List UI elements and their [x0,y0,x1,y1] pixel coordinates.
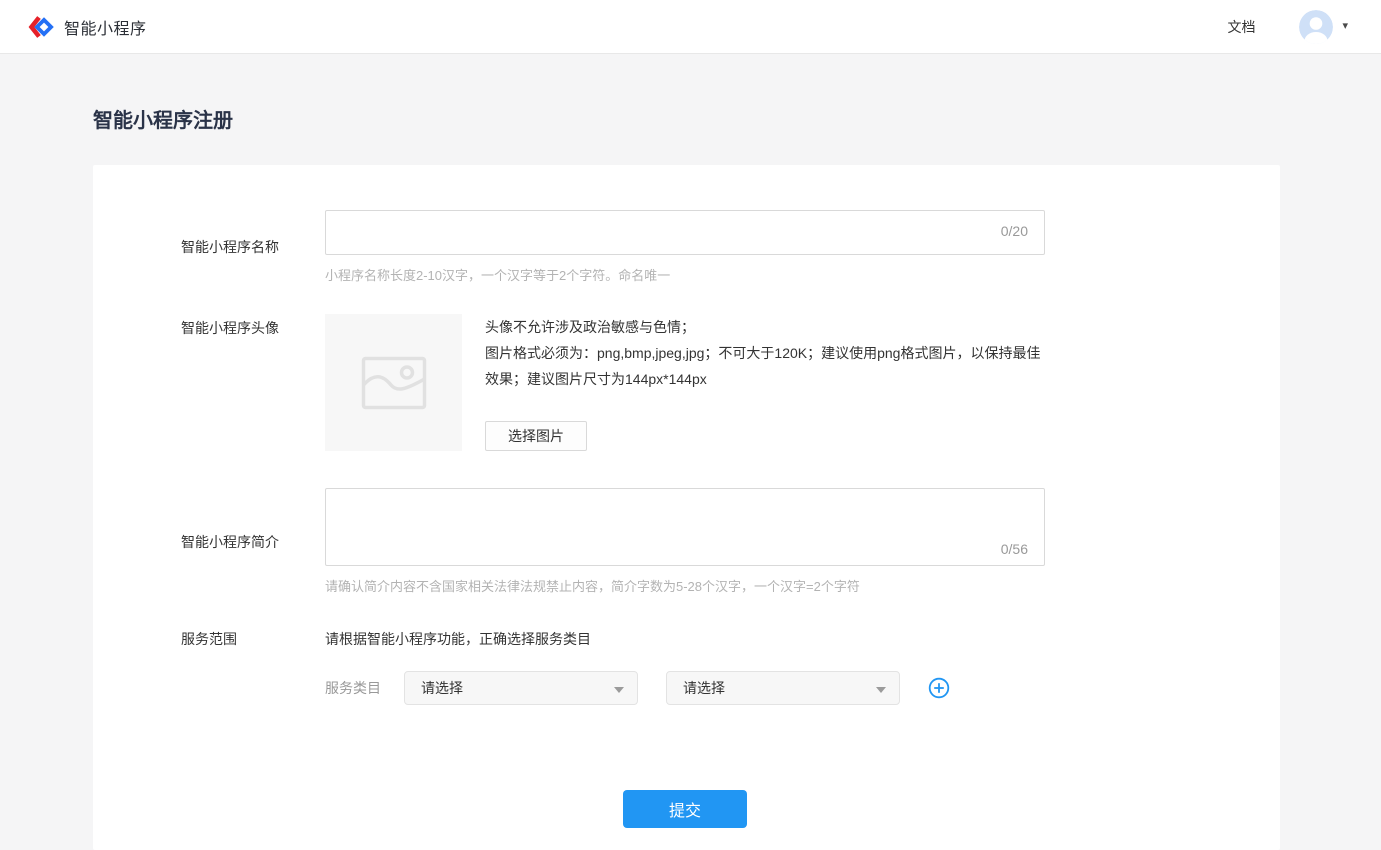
name-char-counter: 0/20 [1001,223,1028,239]
smart-program-logo-icon [28,14,54,40]
intro-char-counter: 0/56 [1001,541,1028,557]
plus-circle-icon [928,677,950,699]
name-row: 智能小程序名称 0/20 小程序名称长度2-10汉字，一个汉字等于2个字符。命名… [93,210,1280,284]
scope-hint-text: 请根据智能小程序功能，正确选择服务类目 [325,629,1045,649]
submit-row: 提交 [325,790,1045,828]
choose-image-button[interactable]: 选择图片 [485,421,587,451]
user-avatar[interactable] [1299,10,1333,44]
top-header: 智能小程序 文档 ▾ [0,0,1381,54]
intro-textarea-wrap: 0/56 [325,488,1045,566]
intro-row: 智能小程序简介 0/56 请确认简介内容不含国家相关法律法规禁止内容，简介字数为… [93,488,1280,595]
intro-label: 智能小程序简介 [181,532,325,552]
brand-name: 智能小程序 [64,15,147,39]
name-helper-text: 小程序名称长度2-10汉字，一个汉字等于2个字符。命名唯一 [325,265,1045,284]
category-select-1[interactable]: 请选择 [404,671,638,705]
image-placeholder-icon [361,356,427,410]
chevron-down-icon[interactable]: ▾ [1342,21,1348,32]
category-line: 服务类目 请选择 请选择 [325,671,1045,705]
category-select-2[interactable]: 请选择 [666,671,900,705]
category-select-2-value: 请选择 [683,678,725,698]
page-title: 智能小程序注册 [93,104,1381,133]
submit-button[interactable]: 提交 [623,790,747,828]
scope-label: 服务范围 [181,629,325,705]
avatar-label: 智能小程序头像 [181,314,325,451]
registration-form: 智能小程序名称 0/20 小程序名称长度2-10汉字，一个汉字等于2个字符。命名… [93,165,1280,828]
user-menu[interactable]: ▾ [1299,10,1348,44]
avatar-rule-line2: 图片格式必须为：png,bmp,jpeg,jpg；不可大于120K；建议使用pn… [485,340,1045,392]
avatar-rule-line1: 头像不允许涉及政治敏感与色情； [485,314,1045,340]
category-label: 服务类目 [325,678,381,698]
name-label: 智能小程序名称 [181,237,325,257]
category-select-1-value: 请选择 [421,678,463,698]
avatar-row: 智能小程序头像 头像不允许涉及政治敏感与色情； [93,314,1280,451]
name-input-wrap: 0/20 [325,210,1045,255]
brand[interactable]: 智能小程序 [28,14,147,40]
add-category-button[interactable] [928,677,950,699]
scope-row: 服务范围 请根据智能小程序功能，正确选择服务类目 服务类目 请选择 请选择 [93,629,1280,705]
registration-card: 智能小程序名称 0/20 小程序名称长度2-10汉字，一个汉字等于2个字符。命名… [93,165,1280,850]
chevron-down-icon [876,687,886,693]
intro-helper-text: 请确认简介内容不含国家相关法律法规禁止内容，简介字数为5-28个汉字，一个汉字=… [325,576,1045,595]
chevron-down-icon [614,687,624,693]
name-input[interactable] [326,211,1044,254]
avatar-upload-placeholder[interactable] [325,314,462,451]
intro-textarea[interactable] [326,489,1044,565]
docs-link[interactable]: 文档 [1227,17,1255,37]
